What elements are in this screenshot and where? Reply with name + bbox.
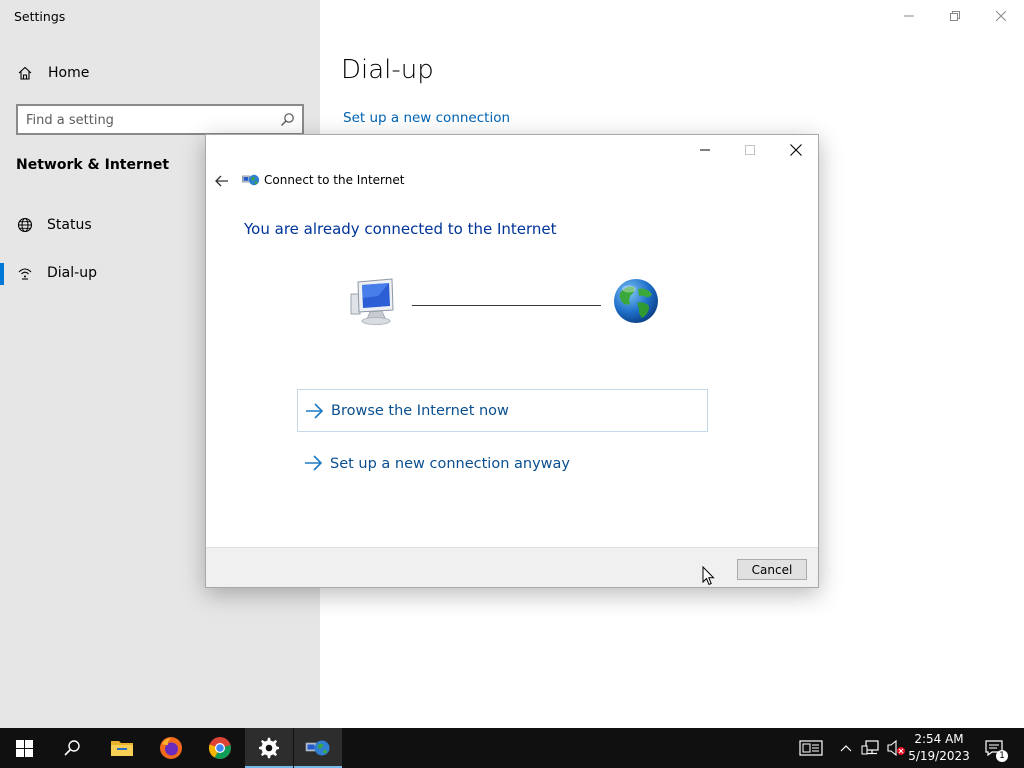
dialog-footer: Cancel xyxy=(206,547,818,587)
minimize-button[interactable] xyxy=(886,0,932,32)
back-button[interactable] xyxy=(212,171,232,191)
search-icon xyxy=(64,740,80,756)
taskbar-firefox[interactable] xyxy=(147,728,195,768)
browse-internet-command[interactable]: Browse the Internet now xyxy=(297,389,708,432)
restore-icon xyxy=(950,11,960,21)
taskbar-file-explorer[interactable] xyxy=(98,728,146,768)
minimize-icon xyxy=(700,149,710,151)
app-title: Settings xyxy=(14,9,66,24)
dialog-close-button[interactable] xyxy=(773,135,819,165)
taskbar-connect-to-internet[interactable] xyxy=(294,728,342,768)
network-tray-button[interactable] xyxy=(859,728,883,768)
settings-gear-icon xyxy=(259,737,279,759)
taskbar-clock[interactable]: 2:54 AM 5/19/2023 xyxy=(906,731,972,765)
nav-home-label: Home xyxy=(48,65,90,81)
restore-button[interactable] xyxy=(932,0,978,32)
back-arrow-icon xyxy=(215,175,228,187)
search-box[interactable] xyxy=(16,104,304,135)
sidebar-item-status-label: Status xyxy=(47,217,92,233)
setup-new-connection-link[interactable]: Set up a new connection xyxy=(343,110,510,126)
close-icon xyxy=(790,144,802,156)
clock-time: 2:54 AM xyxy=(914,732,964,746)
close-button[interactable] xyxy=(978,0,1024,32)
computer-icon xyxy=(348,276,400,326)
taskbar-search-button[interactable] xyxy=(48,728,96,768)
cancel-button[interactable]: Cancel xyxy=(737,559,807,580)
browse-internet-label: Browse the Internet now xyxy=(331,402,509,419)
taskbar-chrome[interactable] xyxy=(196,728,244,768)
news-widget-button[interactable] xyxy=(795,728,827,768)
arrow-right-icon xyxy=(305,455,323,471)
file-explorer-icon xyxy=(111,741,133,756)
section-heading: Network & Internet xyxy=(16,157,170,173)
firefox-icon xyxy=(160,737,182,759)
chevron-up-icon xyxy=(840,745,852,752)
search-input[interactable] xyxy=(26,110,276,130)
clock-date: 5/19/2023 xyxy=(908,749,970,763)
globe-outline-icon xyxy=(16,216,34,234)
setup-connection-anyway-label: Set up a new connection anyway xyxy=(330,455,570,472)
volume-tray-button[interactable] xyxy=(884,728,908,768)
search-icon[interactable] xyxy=(279,112,295,128)
dialog-title: Connect to the Internet xyxy=(264,173,405,187)
globe-icon xyxy=(612,277,660,325)
sidebar-item-dialup-label: Dial-up xyxy=(47,265,97,281)
taskbar-settings[interactable] xyxy=(245,728,293,768)
dialog-minimize-button[interactable] xyxy=(682,135,728,165)
home-icon xyxy=(16,64,34,82)
dialog-heading: You are already connected to the Interne… xyxy=(244,220,557,238)
connect-dialog: Connect to the Internet You are already … xyxy=(205,134,819,588)
news-icon xyxy=(799,740,823,756)
notification-count-badge: 1 xyxy=(996,750,1008,762)
minimize-icon xyxy=(904,15,914,17)
taskbar: 2:54 AM 5/19/2023 xyxy=(0,728,1024,768)
windows-start-icon xyxy=(15,739,33,757)
dialup-icon xyxy=(16,264,34,282)
connect-to-internet-icon xyxy=(242,172,260,188)
connection-line xyxy=(412,305,601,306)
show-hidden-icons-button[interactable] xyxy=(836,728,856,768)
nav-home[interactable]: Home xyxy=(0,53,320,93)
connect-to-internet-icon xyxy=(305,740,330,756)
action-center-button[interactable] xyxy=(980,728,1008,768)
arrow-right-icon xyxy=(306,403,324,419)
start-button[interactable] xyxy=(0,728,48,768)
setup-connection-anyway-command[interactable]: Set up a new connection anyway xyxy=(297,442,708,485)
close-icon xyxy=(996,11,1006,21)
page-title: Dial-up xyxy=(341,55,434,85)
chrome-icon xyxy=(208,737,231,759)
network-icon xyxy=(861,740,879,755)
mouse-cursor-icon xyxy=(702,565,716,586)
maximize-icon xyxy=(745,145,755,155)
volume-muted-icon xyxy=(887,739,905,757)
dialog-maximize-button xyxy=(727,135,773,165)
